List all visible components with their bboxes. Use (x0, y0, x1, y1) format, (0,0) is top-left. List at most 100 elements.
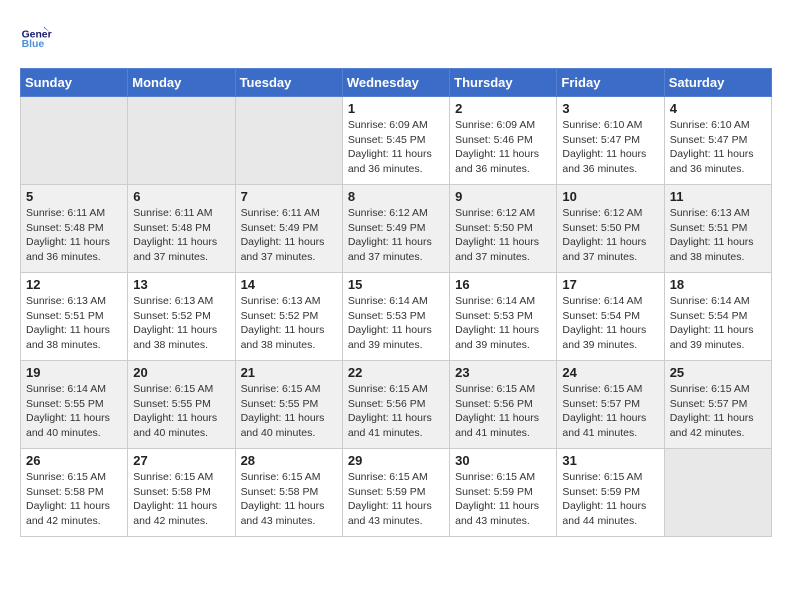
calendar-cell (128, 97, 235, 185)
calendar-cell: 21 Sunrise: 6:15 AM Sunset: 5:55 PM Dayli… (235, 361, 342, 449)
day-number: 11 (670, 189, 766, 204)
calendar-cell: 20 Sunrise: 6:15 AM Sunset: 5:55 PM Dayli… (128, 361, 235, 449)
weekday-header-sunday: Sunday (21, 69, 128, 97)
day-info: Sunrise: 6:09 AM Sunset: 5:45 PM Dayligh… (348, 118, 444, 177)
day-number: 17 (562, 277, 658, 292)
calendar-week-3: 12 Sunrise: 6:13 AM Sunset: 5:51 PM Dayli… (21, 273, 772, 361)
day-number: 25 (670, 365, 766, 380)
day-info: Sunrise: 6:15 AM Sunset: 5:56 PM Dayligh… (348, 382, 444, 441)
day-number: 7 (241, 189, 337, 204)
calendar-cell: 3 Sunrise: 6:10 AM Sunset: 5:47 PM Daylig… (557, 97, 664, 185)
day-number: 12 (26, 277, 122, 292)
calendar-cell: 6 Sunrise: 6:11 AM Sunset: 5:48 PM Daylig… (128, 185, 235, 273)
day-number: 18 (670, 277, 766, 292)
weekday-header-saturday: Saturday (664, 69, 771, 97)
calendar-cell: 27Sunrise: 6:15 AM Sunset: 5:58 PM Dayli… (128, 449, 235, 537)
day-info: Sunrise: 6:11 AM Sunset: 5:48 PM Dayligh… (26, 206, 122, 265)
calendar-cell: 9 Sunrise: 6:12 AM Sunset: 5:50 PM Daylig… (450, 185, 557, 273)
day-info: Sunrise: 6:10 AM Sunset: 5:47 PM Dayligh… (670, 118, 766, 177)
day-info: Sunrise: 6:15 AM Sunset: 5:55 PM Dayligh… (241, 382, 337, 441)
day-info: Sunrise: 6:12 AM Sunset: 5:50 PM Dayligh… (562, 206, 658, 265)
day-number: 9 (455, 189, 551, 204)
day-info: Sunrise: 6:10 AM Sunset: 5:47 PM Dayligh… (562, 118, 658, 177)
calendar-cell: 12 Sunrise: 6:13 AM Sunset: 5:51 PM Dayli… (21, 273, 128, 361)
calendar-cell: 11 Sunrise: 6:13 AM Sunset: 5:51 PM Dayli… (664, 185, 771, 273)
calendar-week-5: 26Sunrise: 6:15 AM Sunset: 5:58 PM Dayli… (21, 449, 772, 537)
day-number: 22 (348, 365, 444, 380)
day-info: Sunrise: 6:09 AM Sunset: 5:46 PM Dayligh… (455, 118, 551, 177)
calendar-cell: 17 Sunrise: 6:14 AM Sunset: 5:54 PM Dayli… (557, 273, 664, 361)
calendar-table: SundayMondayTuesdayWednesdayThursdayFrid… (20, 68, 772, 537)
day-number: 15 (348, 277, 444, 292)
svg-text:Blue: Blue (22, 39, 45, 50)
day-info: Sunrise: 6:15 AM Sunset: 5:56 PM Dayligh… (455, 382, 551, 441)
calendar-week-1: 1 Sunrise: 6:09 AM Sunset: 5:45 PM Daylig… (21, 97, 772, 185)
calendar-body: 1 Sunrise: 6:09 AM Sunset: 5:45 PM Daylig… (21, 97, 772, 537)
calendar-cell: 8Sunrise: 6:12 AM Sunset: 5:49 PM Daylig… (342, 185, 449, 273)
day-number: 10 (562, 189, 658, 204)
day-number: 27 (133, 453, 229, 468)
day-info: Sunrise: 6:12 AM Sunset: 5:50 PM Dayligh… (455, 206, 551, 265)
day-info: Sunrise: 6:15 AM Sunset: 5:59 PM Dayligh… (455, 470, 551, 529)
logo: General Blue (20, 20, 56, 52)
calendar-cell: 24 Sunrise: 6:15 AM Sunset: 5:57 PM Dayli… (557, 361, 664, 449)
day-info: Sunrise: 6:11 AM Sunset: 5:49 PM Dayligh… (241, 206, 337, 265)
day-info: Sunrise: 6:13 AM Sunset: 5:51 PM Dayligh… (670, 206, 766, 265)
day-number: 31 (562, 453, 658, 468)
day-info: Sunrise: 6:14 AM Sunset: 5:54 PM Dayligh… (670, 294, 766, 353)
calendar-cell: 30Sunrise: 6:15 AM Sunset: 5:59 PM Dayli… (450, 449, 557, 537)
day-number: 24 (562, 365, 658, 380)
weekday-header-wednesday: Wednesday (342, 69, 449, 97)
calendar-cell: 4 Sunrise: 6:10 AM Sunset: 5:47 PM Daylig… (664, 97, 771, 185)
calendar-cell (235, 97, 342, 185)
weekday-header-monday: Monday (128, 69, 235, 97)
calendar-cell: 19Sunrise: 6:14 AM Sunset: 5:55 PM Dayli… (21, 361, 128, 449)
calendar-cell: 16Sunrise: 6:14 AM Sunset: 5:53 PM Dayli… (450, 273, 557, 361)
calendar-cell: 18 Sunrise: 6:14 AM Sunset: 5:54 PM Dayli… (664, 273, 771, 361)
day-number: 6 (133, 189, 229, 204)
calendar-cell: 7 Sunrise: 6:11 AM Sunset: 5:49 PM Daylig… (235, 185, 342, 273)
day-info: Sunrise: 6:13 AM Sunset: 5:52 PM Dayligh… (241, 294, 337, 353)
calendar-cell: 5 Sunrise: 6:11 AM Sunset: 5:48 PM Daylig… (21, 185, 128, 273)
calendar-cell: 1 Sunrise: 6:09 AM Sunset: 5:45 PM Daylig… (342, 97, 449, 185)
calendar-week-4: 19Sunrise: 6:14 AM Sunset: 5:55 PM Dayli… (21, 361, 772, 449)
day-info: Sunrise: 6:15 AM Sunset: 5:57 PM Dayligh… (562, 382, 658, 441)
calendar-cell: 10 Sunrise: 6:12 AM Sunset: 5:50 PM Dayli… (557, 185, 664, 273)
calendar-header-row: SundayMondayTuesdayWednesdayThursdayFrid… (21, 69, 772, 97)
calendar-week-2: 5 Sunrise: 6:11 AM Sunset: 5:48 PM Daylig… (21, 185, 772, 273)
calendar-cell: 14Sunrise: 6:13 AM Sunset: 5:52 PM Dayli… (235, 273, 342, 361)
logo-icon: General Blue (20, 20, 52, 52)
day-number: 29 (348, 453, 444, 468)
day-number: 16 (455, 277, 551, 292)
calendar-cell: 29 Sunrise: 6:15 AM Sunset: 5:59 PM Dayli… (342, 449, 449, 537)
day-info: Sunrise: 6:13 AM Sunset: 5:52 PM Dayligh… (133, 294, 229, 353)
day-number: 19 (26, 365, 122, 380)
day-number: 1 (348, 101, 444, 116)
day-info: Sunrise: 6:13 AM Sunset: 5:51 PM Dayligh… (26, 294, 122, 353)
day-info: Sunrise: 6:15 AM Sunset: 5:55 PM Dayligh… (133, 382, 229, 441)
day-number: 21 (241, 365, 337, 380)
page-header: General Blue (20, 20, 772, 52)
calendar-cell: 23Sunrise: 6:15 AM Sunset: 5:56 PM Dayli… (450, 361, 557, 449)
calendar-cell: 28Sunrise: 6:15 AM Sunset: 5:58 PM Dayli… (235, 449, 342, 537)
calendar-cell: 26Sunrise: 6:15 AM Sunset: 5:58 PM Dayli… (21, 449, 128, 537)
day-info: Sunrise: 6:15 AM Sunset: 5:59 PM Dayligh… (562, 470, 658, 529)
day-number: 13 (133, 277, 229, 292)
day-info: Sunrise: 6:14 AM Sunset: 5:53 PM Dayligh… (348, 294, 444, 353)
calendar-cell: 31 Sunrise: 6:15 AM Sunset: 5:59 PM Dayli… (557, 449, 664, 537)
day-number: 3 (562, 101, 658, 116)
day-number: 8 (348, 189, 444, 204)
day-info: Sunrise: 6:14 AM Sunset: 5:54 PM Dayligh… (562, 294, 658, 353)
weekday-header-friday: Friday (557, 69, 664, 97)
day-number: 20 (133, 365, 229, 380)
day-number: 2 (455, 101, 551, 116)
day-number: 4 (670, 101, 766, 116)
day-info: Sunrise: 6:15 AM Sunset: 5:57 PM Dayligh… (670, 382, 766, 441)
calendar-cell (21, 97, 128, 185)
day-info: Sunrise: 6:15 AM Sunset: 5:59 PM Dayligh… (348, 470, 444, 529)
day-number: 5 (26, 189, 122, 204)
calendar-cell: 22 Sunrise: 6:15 AM Sunset: 5:56 PM Dayli… (342, 361, 449, 449)
day-number: 28 (241, 453, 337, 468)
day-info: Sunrise: 6:11 AM Sunset: 5:48 PM Dayligh… (133, 206, 229, 265)
day-info: Sunrise: 6:15 AM Sunset: 5:58 PM Dayligh… (26, 470, 122, 529)
